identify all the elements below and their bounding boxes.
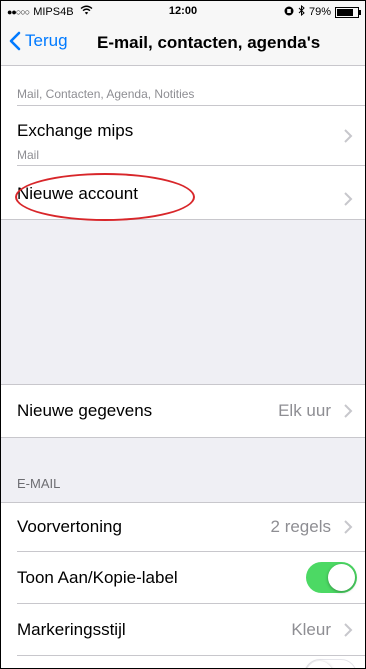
orientation-lock-icon: [284, 6, 294, 19]
fetch-new-data-value: Elk uur: [278, 401, 331, 420]
preview-value: 2 regels: [270, 517, 331, 536]
divider: [1, 502, 365, 503]
chevron-right-icon: [344, 192, 353, 206]
toggle-knob: [306, 661, 333, 668]
section-header-email: E-MAIL: [17, 476, 61, 491]
account-exchange-label: Exchange mips: [17, 121, 134, 140]
battery-fill: [337, 8, 353, 16]
account-partial-subtitle: Mail, Contacten, Agenda, Notities: [17, 87, 195, 101]
show-tocc-label: Toon Aan/Kopie-label: [17, 568, 178, 587]
account-cell-exchange[interactable]: Exchange mips Mail: [1, 106, 365, 166]
annotation-highlight-ellipse: [15, 173, 195, 221]
chevron-left-icon: [9, 31, 21, 51]
chevron-right-icon: [344, 404, 353, 418]
navigation-bar: Terug E-mail, contacten, agenda's: [1, 21, 365, 66]
partial-toggle[interactable]: [304, 659, 357, 668]
show-tocc-toggle[interactable]: [306, 562, 357, 593]
account-cell-partial[interactable]: Mail, Contacten, Agenda, Notities: [1, 66, 365, 106]
chevron-right-icon: [344, 623, 353, 637]
next-setting-cell-partial: [1, 656, 365, 668]
divider: [1, 384, 365, 385]
page-title: E-mail, contacten, agenda's: [97, 33, 321, 52]
preview-label: Voorvertoning: [17, 517, 122, 536]
flag-style-cell[interactable]: Markeringsstijl Kleur: [1, 604, 365, 656]
back-label: Terug: [25, 31, 68, 50]
battery-icon: [335, 6, 361, 18]
status-bar: ●●○○○ MIPS4B 12:00 79%: [1, 1, 365, 21]
back-button[interactable]: Terug: [9, 31, 68, 51]
battery-percent: 79%: [308, 6, 331, 18]
chevron-right-icon: [344, 520, 353, 534]
phone-screen: ●●○○○ MIPS4B 12:00 79% Terug E-mail, con…: [0, 0, 366, 669]
status-right: 79%: [284, 4, 361, 19]
flag-style-value: Kleur: [291, 620, 331, 639]
fetch-new-data-cell[interactable]: Nieuwe gegevens Elk uur: [1, 384, 365, 438]
show-tocc-cell: Toon Aan/Kopie-label: [1, 552, 365, 604]
flag-style-label: Markeringsstijl: [17, 620, 126, 639]
chevron-right-icon: [344, 129, 353, 143]
account-exchange-subtitle: Mail: [17, 148, 40, 162]
toggle-knob: [328, 564, 355, 591]
preview-cell[interactable]: Voorvertoning 2 regels: [1, 502, 365, 552]
fetch-new-data-label: Nieuwe gegevens: [17, 401, 153, 420]
divider: [1, 437, 365, 438]
bluetooth-icon: [298, 4, 305, 19]
divider: [1, 219, 365, 220]
